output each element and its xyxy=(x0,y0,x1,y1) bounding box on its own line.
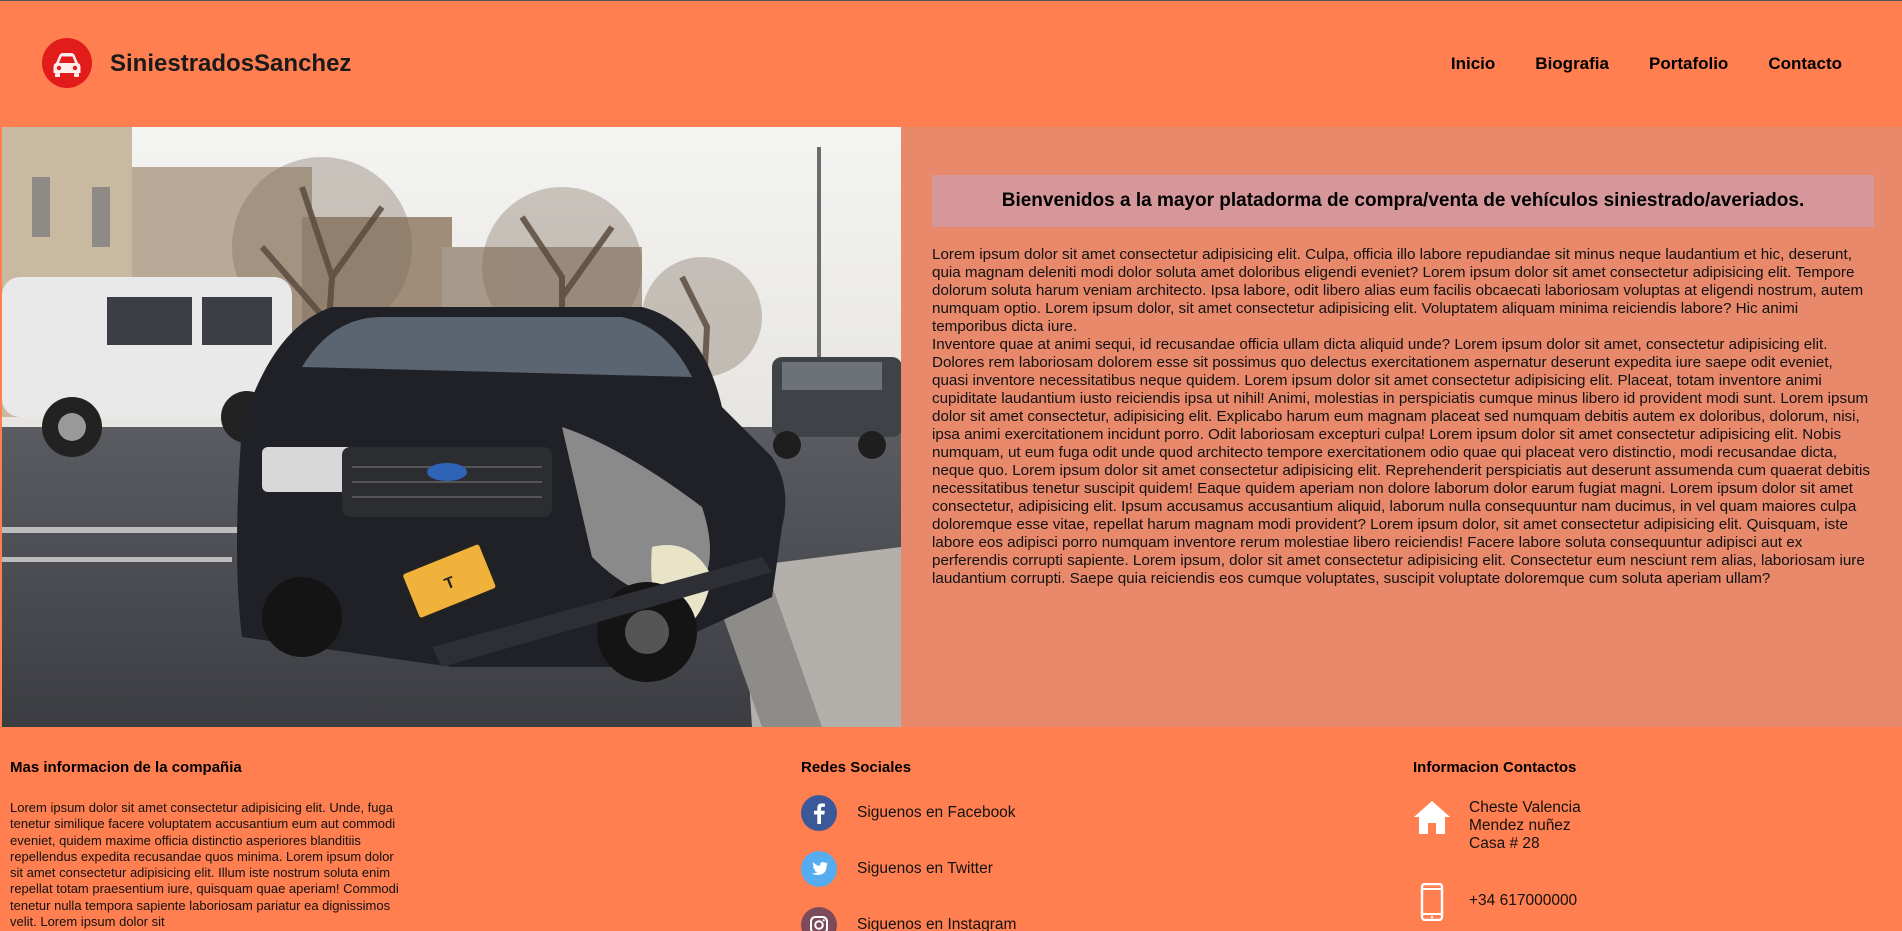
contact-phone-text: +34 617000000 xyxy=(1469,892,1578,909)
paragraph-1: Lorem ipsum dolor sit amet consectetur a… xyxy=(932,246,1864,335)
footer-contact-title: Informacion Contactos xyxy=(1413,759,1577,776)
social-facebook-label[interactable]: Siguenos en Facebook xyxy=(857,804,1016,822)
brand-name[interactable]: SiniestradosSanchez xyxy=(110,50,351,78)
address-line-1: Cheste Valencia xyxy=(1469,799,1581,816)
nav-biografia[interactable]: Biografia xyxy=(1535,54,1609,74)
paragraph-2: Inventore quae at animi sequi, id recusa… xyxy=(932,336,1833,371)
social-twitter-label[interactable]: Siguenos en Twitter xyxy=(857,860,993,878)
nav-contacto[interactable]: Contacto xyxy=(1768,54,1842,74)
address-line-3: Casa # 28 xyxy=(1469,835,1540,852)
home-icon xyxy=(1413,799,1451,840)
site-header: SiniestradosSanchez Inicio Biografia Por… xyxy=(0,1,1902,127)
address-line-2: Mendez nuñez xyxy=(1469,817,1571,834)
twitter-icon[interactable] xyxy=(801,851,837,887)
social-facebook[interactable]: Siguenos en Facebook xyxy=(801,795,1016,831)
nav-inicio[interactable]: Inicio xyxy=(1451,54,1495,74)
social-instagram[interactable]: Siguenos en Instagram xyxy=(801,907,1016,931)
paragraph-3: quasi inventore necessitatibus neque qui… xyxy=(932,372,1870,587)
wrecked-car-photo: T xyxy=(2,127,901,727)
site-footer: Mas informacion de la compañia Lorem ips… xyxy=(0,727,1902,931)
social-twitter[interactable]: Siguenos en Twitter xyxy=(801,851,993,887)
main-nav: Inicio Biografia Portafolio Contacto xyxy=(1451,54,1842,74)
facebook-icon[interactable] xyxy=(801,795,837,831)
phone-icon xyxy=(1419,882,1445,926)
footer-info-title: Mas informacion de la compañia xyxy=(10,759,242,776)
main-body-text: Lorem ipsum dolor sit amet consectetur a… xyxy=(932,246,1877,588)
instagram-icon[interactable] xyxy=(801,907,837,931)
social-instagram-label[interactable]: Siguenos en Instagram xyxy=(857,916,1016,931)
car-icon[interactable] xyxy=(42,38,92,88)
main-content: Bienvenidos a la mayor platadorma de com… xyxy=(901,127,1902,727)
contact-address-text: Cheste Valencia Mendez nuñez Casa # 28 xyxy=(1469,799,1581,853)
footer-social-title: Redes Sociales xyxy=(801,759,912,776)
welcome-banner: Bienvenidos a la mayor platadorma de com… xyxy=(932,175,1874,227)
footer-info-text: Lorem ipsum dolor sit amet consectetur a… xyxy=(10,800,399,930)
nav-portafolio[interactable]: Portafolio xyxy=(1649,54,1728,74)
